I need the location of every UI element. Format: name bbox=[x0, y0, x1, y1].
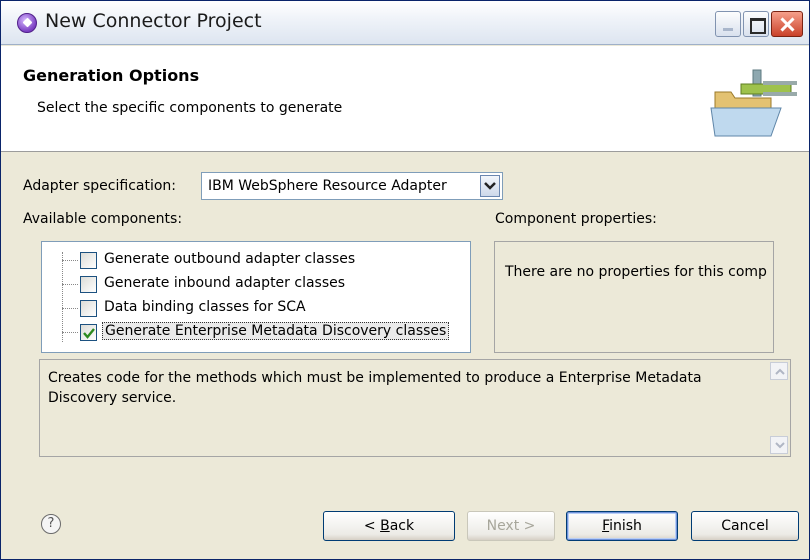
adapter-spec-value: IBM WebSphere Resource Adapter bbox=[208, 178, 447, 194]
tree-item-inbound[interactable]: Generate inbound adapter classes bbox=[42, 274, 470, 296]
tree-item-label: Generate inbound adapter classes bbox=[104, 275, 346, 291]
tree-item-label: Data binding classes for SCA bbox=[104, 299, 306, 315]
cancel-button[interactable]: Cancel bbox=[691, 511, 799, 541]
description-area: Creates code for the methods which must … bbox=[39, 359, 791, 457]
scroll-up-button[interactable] bbox=[770, 362, 788, 380]
back-prefix: < bbox=[363, 518, 381, 534]
adapter-spec-select[interactable]: IBM WebSphere Resource Adapter bbox=[201, 172, 503, 200]
component-properties-label: Component properties: bbox=[495, 211, 657, 227]
inbound-checkbox[interactable] bbox=[80, 276, 97, 293]
component-properties-panel: There are no properties for this comp bbox=[494, 241, 774, 353]
chevron-down-icon bbox=[484, 182, 496, 190]
data-binding-checkbox[interactable] bbox=[80, 300, 97, 317]
checkmark-icon bbox=[83, 328, 95, 339]
adapter-spec-label: Adapter specification: bbox=[23, 178, 177, 194]
outbound-checkbox[interactable] bbox=[80, 252, 97, 269]
finish-button[interactable]: Finish bbox=[566, 511, 678, 541]
back-suffix: ack bbox=[389, 518, 415, 534]
tree-branch-line bbox=[62, 308, 78, 309]
properties-text: There are no properties for this comp bbox=[505, 264, 767, 280]
description-scrollbar[interactable] bbox=[770, 362, 788, 454]
tree-item-label: Generate Enterprise Metadata Discovery c… bbox=[102, 322, 450, 340]
back-button[interactable]: < Back bbox=[323, 511, 455, 541]
emd-checkbox[interactable] bbox=[80, 324, 97, 341]
page-title: Generation Options bbox=[23, 66, 200, 85]
description-text: Creates code for the methods which must … bbox=[48, 370, 702, 406]
chevron-down-icon bbox=[775, 442, 785, 449]
close-button[interactable] bbox=[771, 11, 803, 37]
wizard-header: Generation Options Select the specific c… bbox=[1, 46, 809, 152]
help-icon[interactable]: ? bbox=[41, 514, 61, 534]
tree-item-outbound[interactable]: Generate outbound adapter classes bbox=[42, 250, 470, 272]
chevron-up-icon bbox=[775, 368, 785, 375]
dialog-window: New Connector Project Generation Options… bbox=[0, 0, 810, 560]
tree-branch-line bbox=[62, 284, 78, 285]
scroll-down-button[interactable] bbox=[770, 436, 788, 454]
available-components-label: Available components: bbox=[23, 211, 183, 227]
app-icon bbox=[17, 13, 37, 33]
tree-item-label: Generate outbound adapter classes bbox=[104, 251, 356, 267]
next-button[interactable]: Next > bbox=[467, 511, 555, 541]
minimize-button[interactable] bbox=[715, 11, 741, 37]
title-bar[interactable]: New Connector Project bbox=[1, 1, 809, 45]
tree-item-data-binding[interactable]: Data binding classes for SCA bbox=[42, 298, 470, 320]
back-mnemonic: B bbox=[380, 518, 390, 534]
window-title: New Connector Project bbox=[45, 10, 262, 32]
tree-branch-line bbox=[62, 260, 78, 261]
finish-suffix: inish bbox=[609, 518, 642, 534]
page-description: Select the specific components to genera… bbox=[37, 100, 343, 116]
folder-icon bbox=[710, 69, 797, 137]
maximize-button[interactable] bbox=[743, 11, 769, 37]
tree-item-emd[interactable]: Generate Enterprise Metadata Discovery c… bbox=[42, 322, 470, 344]
tree-branch-line bbox=[62, 332, 78, 333]
components-tree: Generate outbound adapter classes Genera… bbox=[41, 241, 471, 353]
dropdown-button[interactable] bbox=[480, 175, 500, 197]
